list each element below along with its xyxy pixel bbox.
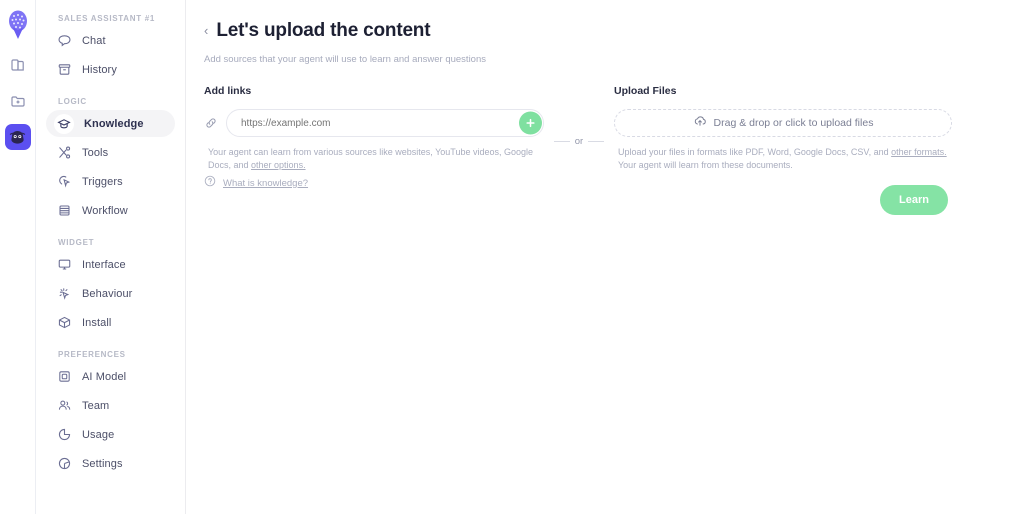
workflow-stack-icon xyxy=(56,203,72,219)
url-input-wrapper xyxy=(226,109,544,137)
sidebar-item-install[interactable]: Install xyxy=(46,309,175,336)
add-links-helper: Your agent can learn from various source… xyxy=(204,146,544,172)
other-options-link[interactable]: other options. xyxy=(251,160,306,170)
or-dash-left xyxy=(553,141,570,143)
tools-icon xyxy=(56,145,72,161)
pie-chart-icon xyxy=(56,427,72,443)
trigger-click-icon xyxy=(56,174,72,190)
sidebar-item-label: AI Model xyxy=(82,370,127,383)
sidebar-group-label-preferences: PREFERENCES xyxy=(58,350,126,359)
what-is-knowledge-label: What is knowledge? xyxy=(223,177,309,189)
library-icon[interactable] xyxy=(5,52,31,78)
upload-files-helper: Upload your files in formats like PDF, W… xyxy=(614,146,952,172)
sidebar-group-label-agent: SALES ASSISTANT #1 xyxy=(58,14,156,23)
or-divider: or xyxy=(544,85,614,172)
sidebar-item-team[interactable]: Team xyxy=(46,392,175,419)
upload-files-section: Upload Files Drag & drop or click to upl… xyxy=(614,85,952,172)
sidebar-item-label: Chat xyxy=(82,34,106,47)
sidebar-item-label: Team xyxy=(82,399,110,412)
chip-icon xyxy=(56,369,72,385)
sidebar-item-tools[interactable]: Tools xyxy=(46,139,175,166)
dropzone-label: Drag & drop or click to upload files xyxy=(713,117,874,129)
sidebar: SALES ASSISTANT #1 Chat History LOGIC Kn… xyxy=(36,0,186,514)
sources-columns: Add links https://example.com Your agent… xyxy=(204,85,1024,172)
users-icon xyxy=(56,398,72,414)
sidebar-item-label: Knowledge xyxy=(84,117,144,130)
agent-avatar-icon[interactable] xyxy=(4,124,31,150)
question-circle-icon xyxy=(204,174,216,192)
learn-button[interactable]: Learn xyxy=(880,185,948,215)
link-chain-icon xyxy=(204,116,218,130)
cube-icon xyxy=(56,315,72,331)
sidebar-group-label-logic: LOGIC xyxy=(58,97,87,106)
page-title: Let's upload the content xyxy=(216,20,431,41)
what-is-knowledge-link[interactable]: What is knowledge? xyxy=(204,174,308,192)
sidebar-item-chat[interactable]: Chat xyxy=(46,27,175,54)
pineapple-logo[interactable] xyxy=(4,8,32,42)
sidebar-item-label: Triggers xyxy=(82,175,123,188)
chat-bubble-icon xyxy=(56,33,72,49)
url-input[interactable] xyxy=(227,110,543,136)
main-content: ‹ Let's upload the content Add sources t… xyxy=(186,0,1024,514)
new-folder-icon[interactable] xyxy=(5,88,31,114)
sidebar-item-workflow[interactable]: Workflow xyxy=(46,197,175,224)
sidebar-item-label: Behaviour xyxy=(82,287,133,300)
add-link-row xyxy=(204,109,544,137)
add-link-button[interactable] xyxy=(519,111,542,135)
sidebar-item-label: Tools xyxy=(82,146,109,159)
sidebar-item-label: Interface xyxy=(82,258,126,271)
page-header: ‹ Let's upload the content xyxy=(204,20,1024,42)
add-links-title: Add links xyxy=(204,85,252,97)
monitor-icon xyxy=(56,257,72,273)
or-dash-right xyxy=(588,141,605,143)
sidebar-item-label: Usage xyxy=(82,428,115,441)
sidebar-item-knowledge[interactable]: Knowledge xyxy=(46,110,175,137)
upload-files-title: Upload Files xyxy=(614,85,677,97)
back-chevron-icon[interactable]: ‹ xyxy=(204,24,208,39)
cloud-upload-icon xyxy=(693,114,707,133)
file-dropzone[interactable]: Drag & drop or click to upload files xyxy=(614,109,952,137)
sidebar-item-ai-model[interactable]: AI Model xyxy=(46,363,175,390)
sidebar-item-label: Install xyxy=(82,316,112,329)
sidebar-item-behaviour[interactable]: Behaviour xyxy=(46,280,175,307)
add-links-section: Add links https://example.com Your agent… xyxy=(204,85,544,172)
graduation-cap-icon xyxy=(54,113,74,134)
sidebar-item-history[interactable]: History xyxy=(46,56,175,83)
sidebar-item-settings[interactable]: Settings xyxy=(46,450,175,477)
icon-rail xyxy=(0,0,36,514)
sidebar-item-usage[interactable]: Usage xyxy=(46,421,175,448)
sidebar-item-label: Workflow xyxy=(82,204,128,217)
app-root: SALES ASSISTANT #1 Chat History LOGIC Kn… xyxy=(0,0,1024,514)
or-label: or xyxy=(574,136,584,148)
sparkle-cursor-icon xyxy=(56,286,72,302)
sidebar-group-label-widget: WIDGET xyxy=(58,238,95,247)
archive-box-icon xyxy=(56,62,72,78)
sidebar-item-interface[interactable]: Interface xyxy=(46,251,175,278)
settings-dial-icon xyxy=(56,456,72,472)
sidebar-item-triggers[interactable]: Triggers xyxy=(46,168,175,195)
sidebar-item-label: Settings xyxy=(82,457,123,470)
sidebar-item-label: History xyxy=(82,63,117,76)
upload-helper-text-after: Your agent will learn from these documen… xyxy=(618,160,793,171)
upload-helper-text-before: Upload your files in formats like PDF, W… xyxy=(618,147,892,157)
page-subtitle: Add sources that your agent will use to … xyxy=(204,54,486,65)
other-formats-link[interactable]: other formats. xyxy=(891,147,947,157)
